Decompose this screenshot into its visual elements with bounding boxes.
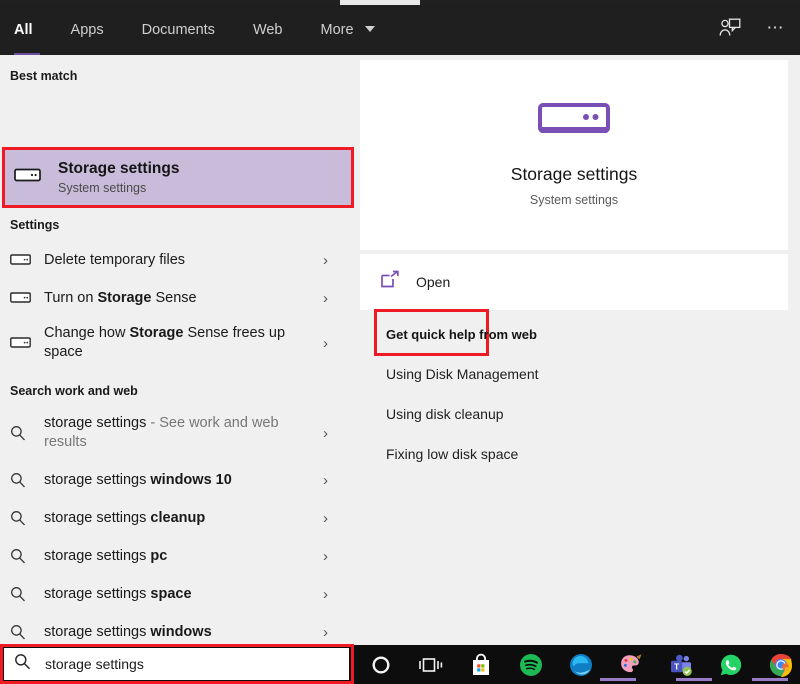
hard-drive-icon [14, 167, 58, 188]
chevron-right-icon[interactable]: › [323, 473, 328, 488]
settings-section-label: Settings [10, 218, 60, 232]
chevron-right-icon[interactable]: › [323, 511, 328, 526]
search-header: All Apps Documents Web More ⋯ [0, 5, 800, 56]
web-item-label: storage settings windows 10 [44, 471, 232, 488]
tab-documents[interactable]: Documents [142, 17, 237, 43]
search-input-value: storage settings [45, 656, 144, 672]
search-results-body: Best match Storage settings System setti… [0, 55, 800, 678]
chevron-right-icon[interactable]: › [323, 253, 328, 268]
hard-drive-icon [10, 337, 44, 349]
microsoft-store-icon[interactable] [468, 652, 494, 678]
search-icon [10, 510, 44, 526]
preview-title: Storage settings [510, 164, 638, 184]
web-item-see-work-and-web-results[interactable]: storage settings - See work and web resu… [0, 407, 358, 459]
search-icon [10, 624, 44, 640]
taskbar-active-indicators [600, 678, 788, 681]
external-link-icon [380, 270, 400, 294]
settings-item-label: Delete temporary files [44, 251, 186, 268]
google-chrome-icon[interactable] [768, 652, 794, 678]
settings-item-delete-temporary-files[interactable]: Delete temporary files › [0, 241, 358, 279]
whatsapp-icon[interactable] [718, 652, 744, 678]
search-icon [10, 425, 44, 441]
paint-icon[interactable] [618, 652, 644, 678]
web-section-label: Search work and web [10, 384, 138, 398]
open-action-row[interactable]: Open [360, 254, 788, 310]
quick-help-heading: Get quick help from web [386, 327, 537, 342]
chevron-right-icon[interactable]: › [323, 336, 328, 351]
hard-drive-icon [10, 254, 44, 266]
search-icon [10, 548, 44, 564]
chevron-right-icon[interactable]: › [323, 587, 328, 602]
microsoft-edge-icon[interactable] [568, 652, 594, 678]
tab-more-label: More [320, 22, 354, 38]
web-item-space[interactable]: storage settings space › [0, 575, 358, 613]
web-item-label: storage settings cleanup [44, 509, 206, 526]
active-app-indicator [600, 678, 636, 681]
tab-apps[interactable]: Apps [71, 17, 126, 43]
web-item-label: storage settings - See work and web resu… [44, 415, 279, 450]
chevron-right-icon[interactable]: › [323, 426, 328, 441]
tab-documents-label: Documents [141, 22, 215, 38]
settings-item-change-how-storage-sense-frees-up-space[interactable]: Change how Storage Sense frees up space … [0, 317, 358, 369]
search-filter-tabs: All Apps Documents Web More [14, 17, 413, 56]
hard-drive-icon [10, 292, 44, 304]
microsoft-teams-icon[interactable]: T [668, 652, 694, 678]
help-link-using-disk-management[interactable]: Using Disk Management [386, 366, 766, 382]
svg-text:T: T [674, 661, 680, 671]
help-link-fixing-low-disk-space[interactable]: Fixing low disk space [386, 446, 766, 462]
web-item-label: storage settings pc [44, 547, 168, 564]
tab-more[interactable]: More [321, 17, 397, 43]
settings-item-turn-on-storage-sense[interactable]: Turn on Storage Sense › [0, 279, 358, 317]
task-view-icon[interactable] [418, 652, 444, 678]
best-match-title: Storage settings [58, 159, 180, 177]
tab-web[interactable]: Web [253, 17, 305, 43]
settings-item-label: Change how Storage Sense frees up space [44, 325, 286, 360]
active-app-indicator [752, 678, 788, 681]
tab-all-label: All [14, 22, 33, 38]
tab-web-label: Web [252, 22, 283, 38]
web-item-label: storage settings windows [44, 623, 212, 640]
feedback-person-icon[interactable] [719, 18, 741, 38]
web-item-pc[interactable]: storage settings pc › [0, 537, 358, 575]
active-app-indicator [676, 678, 712, 681]
search-icon [10, 586, 44, 602]
quick-help-section: Get quick help from web Using Disk Manag… [386, 327, 766, 462]
best-match-section-label: Best match [10, 69, 78, 83]
help-link-using-disk-cleanup[interactable]: Using disk cleanup [386, 406, 766, 422]
windows-search-screen: All Apps Documents Web More ⋯ Best match… [0, 0, 800, 684]
chevron-right-icon[interactable]: › [323, 549, 328, 564]
web-item-windows-10[interactable]: storage settings windows 10 › [0, 461, 358, 499]
taskbar-search-input[interactable]: storage settings [4, 648, 349, 680]
hard-drive-icon-large [538, 103, 610, 142]
settings-item-label: Turn on Storage Sense [44, 289, 197, 306]
search-icon [14, 653, 31, 675]
best-match-subtitle: System settings [58, 180, 147, 195]
chevron-right-icon[interactable]: › [323, 291, 328, 306]
preview-panel: Storage settings System settings [360, 60, 788, 250]
ellipsis-icon[interactable]: ⋯ [767, 19, 787, 36]
cortana-icon[interactable] [368, 652, 394, 678]
web-item-label: storage settings space [44, 585, 192, 602]
search-icon [10, 472, 44, 488]
best-match-result[interactable]: Storage settings System settings [4, 149, 352, 206]
open-button-label: Open [416, 274, 451, 290]
preview-subtitle: System settings [529, 193, 619, 207]
spotify-icon[interactable] [518, 652, 544, 678]
tab-all[interactable]: All [14, 17, 41, 56]
web-item-cleanup[interactable]: storage settings cleanup › [0, 499, 358, 537]
chevron-down-icon [364, 26, 375, 32]
results-list-column: Best match Storage settings System setti… [0, 55, 358, 678]
tab-apps-label: Apps [70, 22, 104, 38]
chevron-right-icon[interactable]: › [323, 625, 328, 640]
header-actions: ⋯ [719, 18, 787, 38]
